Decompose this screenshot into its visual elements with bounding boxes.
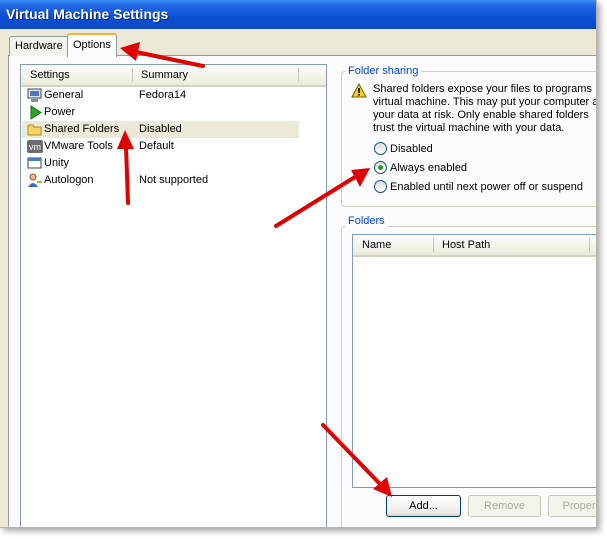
vm-settings-window: Virtual Machine Settings Hardware Option…: [0, 0, 597, 528]
settings-row-name: VMware Tools: [44, 140, 113, 152]
settings-row-name: Autologon: [44, 174, 94, 186]
svg-text:vm: vm: [29, 142, 41, 152]
tab-hardware[interactable]: Hardware: [9, 36, 69, 56]
title-bar[interactable]: Virtual Machine Settings: [0, 0, 596, 29]
radio-label: Enabled until next power off or suspend: [390, 181, 584, 193]
warning-line: virtual machine. This may put your compu…: [373, 96, 597, 108]
tab-options[interactable]: Options: [67, 33, 117, 57]
warning-line: Shared folders expose your files to prog…: [373, 83, 592, 95]
tab-options-label: Options: [73, 39, 111, 51]
settings-list[interactable]: Settings Summary General Fedora14 Power: [20, 64, 327, 527]
column-header-summary[interactable]: Summary: [132, 65, 291, 85]
tab-hardware-label: Hardware: [15, 40, 63, 52]
settings-row-name: Power: [44, 106, 76, 118]
user-key-icon: [28, 173, 42, 187]
radio-button[interactable]: [374, 161, 387, 174]
settings-row-summary: Fedora14: [139, 89, 187, 101]
settings-row-unity[interactable]: Unity: [22, 155, 299, 172]
warning-icon: [351, 83, 367, 98]
power-icon: [30, 105, 42, 120]
folder-icon: [27, 124, 42, 136]
remove-button[interactable]: Remove: [468, 495, 541, 517]
folders-list[interactable]: Name Host Path: [352, 234, 596, 488]
settings-row-summary: Not supported: [139, 174, 209, 186]
radio-button[interactable]: [374, 142, 387, 155]
settings-row-summary: Default: [139, 140, 174, 152]
column-header-host-path[interactable]: Host Path: [433, 235, 592, 255]
general-icon: [27, 88, 42, 102]
warning-line: trust the virtual machine with your data…: [373, 122, 565, 134]
settings-row-shared-folders[interactable]: Shared Folders Disabled: [22, 121, 299, 138]
settings-row-name: Shared Folders: [44, 123, 120, 135]
settings-row-name: Unity: [44, 157, 70, 169]
settings-row-autologon[interactable]: Autologon Not supported: [22, 172, 299, 189]
radio-button[interactable]: [374, 180, 387, 193]
column-header-settings[interactable]: Settings: [21, 65, 130, 85]
properties-button[interactable]: Proper: [548, 495, 596, 517]
column-separator[interactable]: [298, 68, 299, 82]
settings-row-general[interactable]: General Fedora14: [22, 87, 299, 104]
settings-row-vmware-tools[interactable]: vm VMware Tools Default: [22, 138, 299, 155]
warning-text: Shared folders expose your files to prog…: [373, 83, 597, 135]
column-header-name[interactable]: Name: [353, 235, 432, 255]
column-separator[interactable]: [589, 238, 590, 252]
window-title: Virtual Machine Settings: [6, 6, 169, 22]
settings-list-header: Settings Summary: [21, 65, 326, 87]
settings-row-summary: Disabled: [139, 123, 182, 135]
radio-label: Disabled: [390, 143, 433, 155]
unity-icon: [27, 157, 42, 169]
settings-row-power[interactable]: Power: [22, 104, 299, 121]
folders-label: Folders: [345, 215, 388, 227]
warning-line: your data at risk. Only enable shared fo…: [373, 109, 589, 121]
vmware-icon: vm: [27, 140, 43, 153]
add-button[interactable]: Add...: [386, 495, 461, 517]
folders-list-header: Name Host Path: [353, 235, 596, 257]
folder-sharing-label: Folder sharing: [345, 65, 422, 77]
radio-label: Always enabled: [390, 162, 468, 174]
settings-row-name: General: [44, 89, 84, 101]
